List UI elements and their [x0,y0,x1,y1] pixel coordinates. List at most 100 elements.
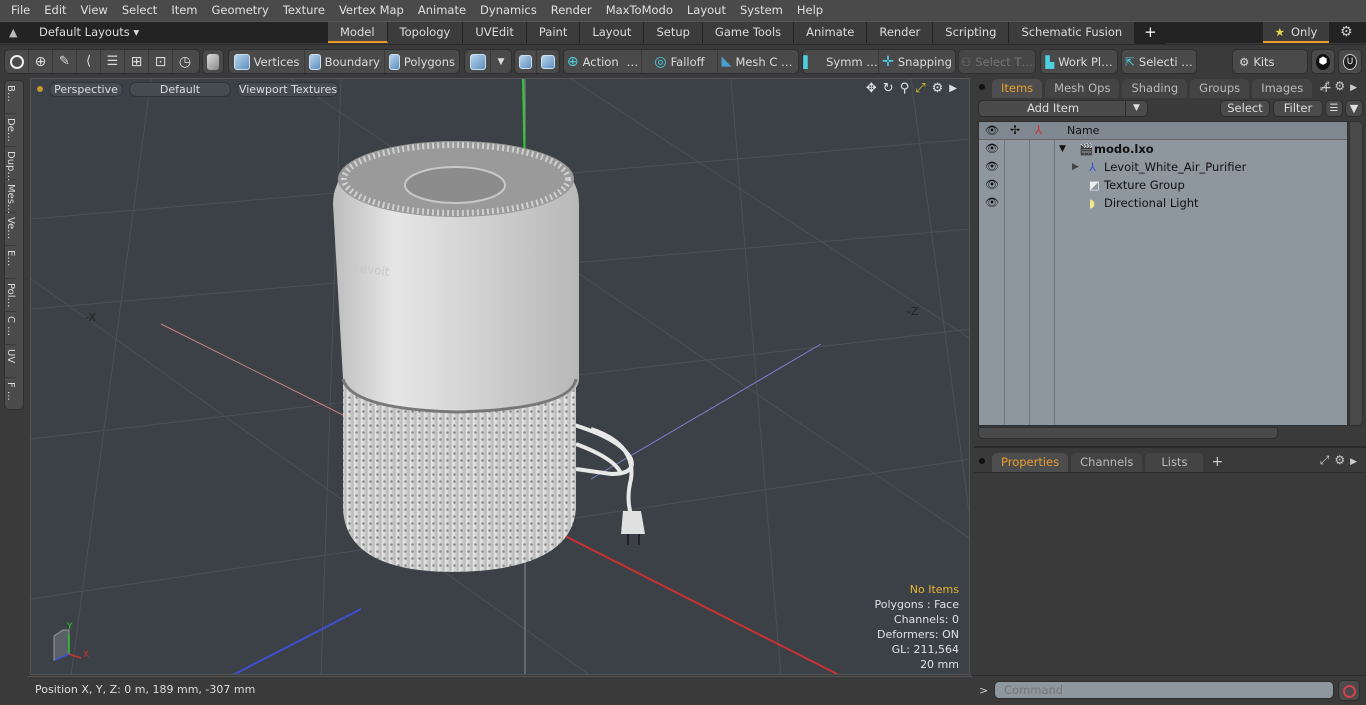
tree-row-light[interactable]: 👁 ◗ Directional Light [979,194,1347,212]
tool-tab-fusion[interactable]: F … [5,378,16,411]
visibility-eye-icon[interactable]: 👁 [985,160,999,173]
only-button[interactable]: ★ Only [1263,22,1329,43]
viewport-menu-arrow-icon[interactable]: ▶ [949,83,957,96]
align-tool-button[interactable]: ☰ [101,50,125,73]
panel-menu-arrow-icon[interactable]: ▶ [1350,83,1362,93]
menu-animate[interactable]: Animate [411,0,473,21]
viewport-textures-button[interactable]: Viewport Textures [237,82,339,97]
tree-vertical-scrollbar[interactable] [1349,121,1363,426]
polygons-button[interactable]: Polygons [385,50,459,73]
tab-animate[interactable]: Animate [794,22,868,43]
record-macro-button[interactable] [1338,680,1360,701]
panel-gear-icon[interactable]: ⚙ [1334,453,1350,467]
axis-column-icon[interactable]: ⅄ [1035,123,1042,137]
panel-options-dot[interactable] [979,84,985,90]
tab-images[interactable]: Images [1252,79,1313,98]
render-kit-button[interactable]: ⬢ [1312,50,1334,73]
selection-sets-button[interactable]: ⇱ Selecti … [1122,50,1196,73]
boundary-button[interactable]: Boundary [305,50,385,73]
tab-render[interactable]: Render [867,22,934,43]
menu-vertex-map[interactable]: Vertex Map [332,0,411,21]
tab-schematic-fusion[interactable]: Schematic Fusion [1009,22,1136,43]
tab-lists[interactable]: Lists [1145,453,1204,472]
expand-icon[interactable]: ⤢ [1320,79,1335,93]
frame-tool-button[interactable]: ⊡ [149,50,173,73]
material-mode-dropdown[interactable]: ▼ [491,50,511,73]
tab-layout[interactable]: Layout [580,22,645,43]
tab-scripting[interactable]: Scripting [933,22,1010,43]
tab-properties[interactable]: Properties [992,453,1069,472]
tab-uvedit[interactable]: UVEdit [463,22,527,43]
viewport-gear-icon[interactable]: ⚙ [932,81,944,96]
menu-select[interactable]: Select [115,0,164,21]
add-item-dropdown-icon[interactable]: ▼ [1125,101,1147,116]
menu-render[interactable]: Render [544,0,599,21]
tab-channels[interactable]: Channels [1071,453,1143,472]
tab-game-tools[interactable]: Game Tools [702,22,795,43]
filter-funnel-button[interactable]: ▼ [1345,100,1363,117]
visibility-column-icon[interactable]: 👁 [985,124,999,137]
menu-maxtomodo[interactable]: MaxToModo [599,0,680,21]
tree-row-mesh[interactable]: 👁 ▶ ⅄ Levoit_White_Air_Purifier [979,158,1347,176]
snapping-button[interactable]: ✛ Snapping [879,50,955,73]
menu-view[interactable]: View [74,0,115,21]
select-button[interactable]: Select [1220,100,1270,117]
tab-topology[interactable]: Topology [387,22,464,43]
panel-gear-icon[interactable]: ⚙ [1334,79,1350,93]
list-options-button[interactable]: ☰ [1325,100,1343,117]
tool-tab-edge[interactable]: E… [5,246,16,279]
menu-dynamics[interactable]: Dynamics [473,0,544,21]
tool-tab-mesh-edit[interactable]: Mes… [5,180,16,214]
tool-tab-uv[interactable]: UV [5,345,16,378]
tree-row-scene[interactable]: 👁 ▼ 🎬 modo.lxo [979,140,1347,158]
name-column-header[interactable]: Name [1067,124,1099,137]
pan-icon[interactable]: ✥ [866,81,877,96]
tool-tab-vertex[interactable]: Ve… [5,213,16,246]
tool-tab-curve[interactable]: C … [5,312,16,345]
dial-tool-button[interactable]: ◷ [173,50,197,73]
tool-tab-duplicate[interactable]: Dup… [5,147,16,181]
view-type-button[interactable]: Perspective [49,82,123,97]
kits-button[interactable]: ⚙ Kits [1233,50,1307,73]
menu-item[interactable]: Item [164,0,204,21]
tab-items[interactable]: Items [992,79,1043,98]
menu-edit[interactable]: Edit [37,0,73,21]
3d-viewport[interactable]: Levoit Perspective Default Viewport Text… [30,78,970,675]
expand-arrow-icon[interactable]: ▼ [1059,144,1066,154]
action-center-button[interactable]: ⊕ Action… [564,50,642,73]
tab-shading[interactable]: Shading [1122,79,1188,98]
viewport-options-dot[interactable] [37,86,43,92]
filter-button[interactable]: Filter [1273,100,1323,117]
command-input[interactable] [994,681,1334,699]
cross-tool-button[interactable]: ⊞ [125,50,149,73]
tree-row-texture-group[interactable]: 👁 ◩ Texture Group [979,176,1347,194]
tab-mesh-ops[interactable]: Mesh Ops [1045,79,1120,98]
rotate-icon[interactable]: ↻ [883,81,894,96]
zoom-icon[interactable]: ⚲ [900,81,910,96]
expand-icon[interactable]: ⤢ [1320,453,1335,467]
menu-help[interactable]: Help [790,0,830,21]
pivot-toggle-button[interactable] [515,50,537,73]
layout-selector[interactable]: Default Layouts ▾ [39,25,139,39]
vertices-button[interactable]: Vertices [229,50,305,73]
menu-file[interactable]: File [4,0,37,21]
tab-setup[interactable]: Setup [644,22,703,43]
shading-mode-button[interactable]: Default [129,82,231,97]
workplane-button[interactable]: ▙ Work Pl… [1041,50,1117,73]
center-toggle-button[interactable] [537,50,559,73]
circle-tool-button[interactable] [5,50,29,73]
visibility-eye-icon[interactable]: 👁 [985,178,999,191]
mesh-constraint-button[interactable]: ◣ Mesh C … [718,50,796,73]
item-mode-button[interactable] [203,50,223,73]
panel-menu-arrow-icon[interactable]: ▶ [1350,457,1362,467]
sphere-tool-button[interactable]: ⊕ [29,50,53,73]
visibility-eye-icon[interactable]: 👁 [985,142,999,155]
tree-horizontal-scrollbar[interactable] [978,427,1278,439]
gear-icon[interactable]: ⚙ [1340,24,1353,40]
tab-paint[interactable]: Paint [526,22,581,43]
add-tab-button[interactable]: + [1206,453,1228,472]
maximize-icon[interactable]: ⤢ [915,81,925,96]
visibility-eye-icon[interactable]: 👁 [985,196,999,209]
tab-model[interactable]: Model [328,22,388,43]
panel-options-dot[interactable] [979,458,985,464]
